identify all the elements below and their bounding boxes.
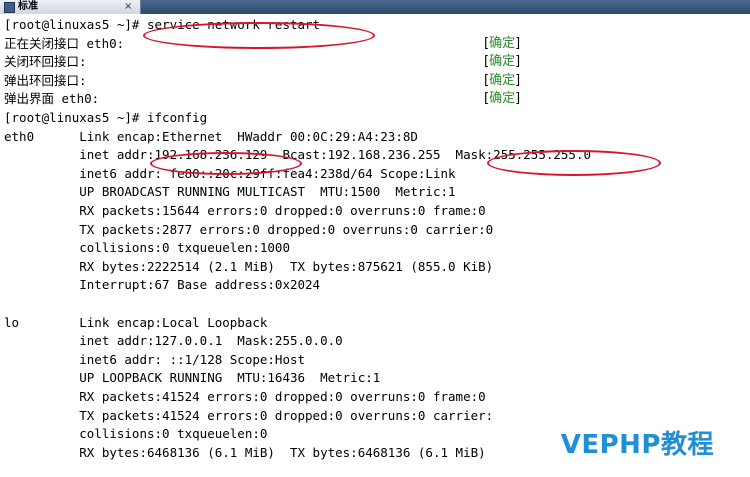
terminal-window[interactable]: [root@linuxas5 ~]# service network resta… [0, 14, 750, 477]
terminal-line: RX bytes:6468136 (6.1 MiB) TX bytes:6468… [4, 444, 486, 460]
terminal-line: inet6 addr: fe80::20c:29ff:fea4:238d/64 … [4, 165, 456, 181]
terminal-line: RX packets:41524 errors:0 dropped:0 over… [4, 389, 486, 404]
terminal-line: 弹出环回接口: [4, 72, 87, 88]
status-ok: [确定] [484, 35, 521, 51]
terminal-line: UP BROADCAST RUNNING MULTICAST MTU:1500 … [4, 184, 456, 200]
status-ok: [确定] [484, 72, 521, 88]
status-ok: [确定] [484, 91, 521, 107]
terminal-line: inet6 addr: ::1/128 Scope:Host [4, 351, 306, 367]
terminal-line: UP LOOPBACK RUNNING MTU:16436 Metric:1 [4, 370, 381, 386]
close-icon[interactable]: × [124, 0, 132, 14]
terminal-line: collisions:0 txqueuelen:0 [4, 426, 268, 442]
terminal-line: RX packets:15644 errors:0 dropped:0 over… [4, 203, 486, 218]
terminal-line: collisions:0 txqueuelen:1000 [4, 240, 290, 256]
tab-label: 标准 [18, 1, 38, 12]
terminal-line: TX packets:2877 errors:0 dropped:0 overr… [4, 221, 494, 237]
terminal-line: [root@linuxas5 ~]# ifconfig [4, 110, 208, 125]
terminal-line: 弹出界面 eth0: [4, 91, 100, 107]
terminal-line: 关闭环回接口: [4, 54, 87, 70]
tab-standard[interactable]: 标准 × [0, 0, 141, 14]
terminal-line: eth0 Link encap:Ethernet HWaddr 00:0C:29… [4, 128, 418, 144]
terminal-line: 正在关闭接口 eth0: [4, 35, 125, 51]
terminal-line: [root@linuxas5 ~]# service network resta… [4, 17, 321, 32]
tab-bar: 标准 × [0, 0, 750, 14]
terminal-icon [4, 2, 15, 13]
status-ok: [确定] [484, 54, 521, 70]
terminal-line: RX bytes:2222514 (2.1 MiB) TX bytes:8756… [4, 258, 494, 274]
terminal-line: inet addr:127.0.0.1 Mask:255.0.0.0 [4, 333, 343, 349]
watermark-logo: VEPHP教程 [560, 430, 714, 460]
terminal-line: Interrupt:67 Base address:0x2024 [4, 277, 321, 293]
terminal-line: inet addr:192.168.236.129 Bcast:192.168.… [4, 147, 591, 163]
terminal-line: lo Link encap:Local Loopback [4, 314, 268, 330]
terminal-line: TX packets:41524 errors:0 dropped:0 over… [4, 407, 494, 423]
